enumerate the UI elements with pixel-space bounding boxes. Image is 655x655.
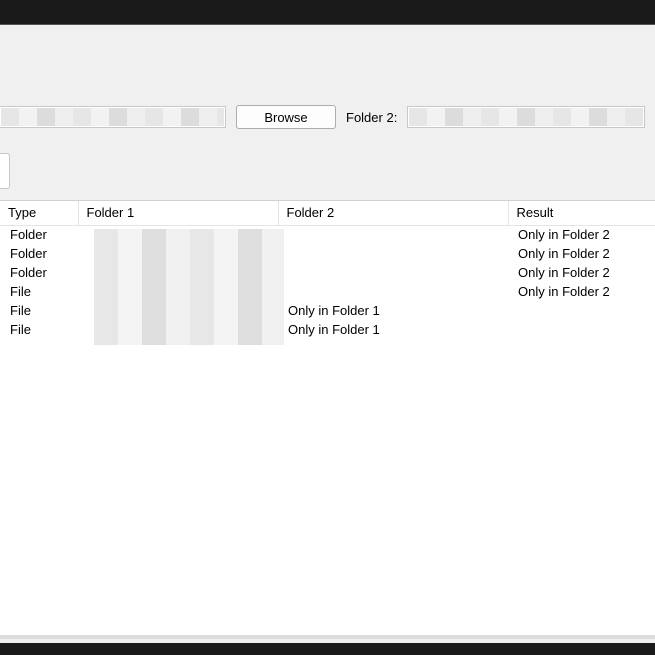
cell-folder1 <box>78 320 278 339</box>
cell-type: Folder <box>0 225 78 244</box>
cell-result: Only in Folder 2 <box>508 263 655 282</box>
cell-folder1 <box>78 282 278 301</box>
toolbar-region: Browse Folder 2: <box>0 25 655 201</box>
cell-folder2 <box>278 225 508 244</box>
cell-result: Only in Folder 2 <box>508 225 655 244</box>
cell-folder1 <box>78 225 278 244</box>
results-grid[interactable]: Type Folder 1 Folder 2 Result Folder Only… <box>0 201 655 635</box>
cell-folder1 <box>78 301 278 320</box>
cell-result <box>508 320 655 339</box>
folder-path-row: Browse Folder 2: <box>0 105 655 129</box>
cell-result: Only in Folder 2 <box>508 244 655 263</box>
cell-folder2 <box>278 263 508 282</box>
cell-type: Folder <box>0 244 78 263</box>
column-header-type[interactable]: Type <box>0 201 78 225</box>
column-header-result[interactable]: Result <box>508 201 655 225</box>
table-row[interactable]: Folder Only in Folder 2 <box>0 263 655 282</box>
browse-button[interactable]: Browse <box>236 105 336 129</box>
window-frame-bottom <box>0 635 655 655</box>
table-row[interactable]: File Only in Folder 1 <box>0 320 655 339</box>
table-row[interactable]: Folder Only in Folder 2 <box>0 225 655 244</box>
cell-type: File <box>0 301 78 320</box>
cell-type: File <box>0 282 78 301</box>
cell-result <box>508 301 655 320</box>
folder2-label: Folder 2: <box>346 110 397 125</box>
column-header-folder2[interactable]: Folder 2 <box>278 201 508 225</box>
table-row[interactable]: File Only in Folder 1 <box>0 301 655 320</box>
cell-folder2: Only in Folder 1 <box>278 320 508 339</box>
cell-folder2: Only in Folder 1 <box>278 301 508 320</box>
table-row[interactable]: Folder Only in Folder 2 <box>0 244 655 263</box>
cell-folder2 <box>278 244 508 263</box>
folder1-path-input[interactable] <box>0 106 226 128</box>
cell-folder1 <box>78 263 278 282</box>
cell-type: Folder <box>0 263 78 282</box>
cell-folder2 <box>278 282 508 301</box>
folder2-path-input[interactable] <box>407 106 645 128</box>
column-header-folder1[interactable]: Folder 1 <box>78 201 278 225</box>
cell-type: File <box>0 320 78 339</box>
cell-folder1 <box>78 244 278 263</box>
redacted-text <box>409 108 643 126</box>
truncated-control[interactable] <box>0 153 10 189</box>
column-header-row: Type Folder 1 Folder 2 Result <box>0 201 655 225</box>
redacted-text <box>1 108 224 126</box>
window-frame-top <box>0 0 655 24</box>
cell-result: Only in Folder 2 <box>508 282 655 301</box>
table-row[interactable]: File Only in Folder 2 <box>0 282 655 301</box>
app-window: Browse Folder 2: Type Folder 1 Folder 2 … <box>0 24 655 635</box>
